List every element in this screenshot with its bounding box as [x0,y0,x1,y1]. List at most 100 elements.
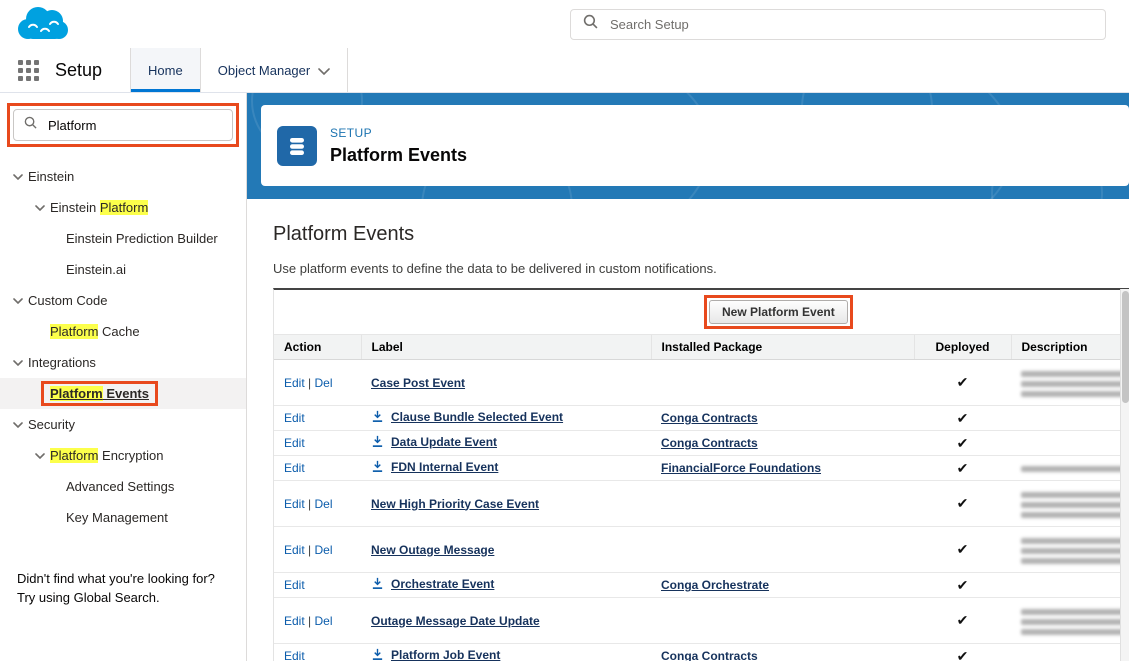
edit-action-link[interactable]: Edit [284,436,305,450]
database-stack-icon [286,135,308,157]
package-download-icon [371,648,384,661]
edit-action-link[interactable]: Edit [284,497,305,511]
app-name: Setup [55,48,102,92]
search-highlight: Platform [50,448,98,463]
redacted-text-line [1021,538,1129,544]
deployed-checkmark: ✔ [957,577,969,593]
sidebar-item-advanced-settings[interactable]: Advanced Settings [0,471,246,502]
deployed-checkmark: ✔ [957,410,969,426]
sidebar-footer: Didn't find what you're looking for? Try… [0,569,246,607]
chevron-down-icon[interactable] [8,422,28,428]
scrollbar-thumb[interactable] [1122,291,1129,403]
chevron-down-icon [318,63,330,78]
del-action-link[interactable]: Del [314,497,332,511]
sidebar-item-integrations[interactable]: Integrations [0,347,246,378]
deployed-checkmark: ✔ [957,541,969,557]
sidebar-item-platform-cache[interactable]: Platform Cache [0,316,246,347]
event-label-link[interactable]: Outage Message Date Update [371,614,540,628]
redacted-description [1021,603,1129,635]
sidebar-item-label: Einstein Prediction Builder [66,231,218,246]
edit-action-link[interactable]: Edit [284,614,305,628]
del-action-link[interactable]: Del [314,376,332,390]
sidebar-item-platform-events[interactable]: Platform Events [0,378,246,409]
event-label-link[interactable]: Case Post Event [371,376,465,390]
del-action-link[interactable]: Del [314,614,332,628]
sidebar-quick-find[interactable] [13,109,233,141]
sidebar-item-label: Einstein [28,169,74,184]
installed-package-link[interactable]: Conga Orchestrate [661,578,769,592]
redacted-text-line [1021,371,1129,377]
global-search-input[interactable] [608,16,1093,33]
chevron-down-icon[interactable] [30,453,50,459]
event-label-link[interactable]: FDN Internal Event [391,460,498,474]
action-separator: | [305,376,315,390]
redacted-description [1021,365,1129,397]
chevron-down-icon[interactable] [8,174,28,180]
del-action-link[interactable]: Del [314,543,332,557]
event-label-link[interactable]: Clause Bundle Selected Event [391,410,563,424]
redacted-text-line [1021,466,1129,472]
edit-action-link[interactable]: Edit [284,461,305,475]
edit-action-link[interactable]: Edit [284,376,305,390]
table-row: Edit Orchestrate Event Conga Orchestrate ✔ [274,573,1129,598]
event-label-link[interactable]: Orchestrate Event [391,577,494,591]
app-body: Einstein Einstein Platform Einstein Predic… [0,93,1129,661]
table-row: Edit | DelOutage Message Date Update✔ [274,598,1129,644]
platform-events-icon [277,126,317,166]
sidebar-item-key-management[interactable]: Key Management [0,502,246,533]
setup-banner: SETUP Platform Events [247,93,1129,199]
sidebar-search-annotation-box [7,103,239,147]
redacted-text-line [1021,629,1129,635]
sidebar-item-einstein[interactable]: Einstein [0,161,246,192]
tab-home[interactable]: Home [131,48,201,92]
app-launcher-icon[interactable] [18,48,39,92]
salesforce-logo[interactable] [14,4,70,44]
table-row: Edit FDN Internal Event FinancialForce Fou… [274,456,1129,481]
table-row: Edit | Del New High Priority Case Event ✔ [274,481,1129,527]
edit-action-link[interactable]: Edit [284,578,305,592]
vertical-scrollbar[interactable] [1120,289,1129,661]
event-label-link[interactable]: New High Priority Case Event [371,497,539,511]
event-label-link[interactable]: New Outage Message [371,543,494,557]
sidebar-item-platform-encryption[interactable]: Platform Encryption [0,440,246,471]
new-platform-event-button[interactable]: New Platform Event [709,300,848,324]
page-title: Platform Events [330,145,467,166]
platform-events-table: ActionLabelInstalled PackageDeployedDesc… [274,335,1129,661]
chevron-down-icon[interactable] [30,205,50,211]
edit-action-link[interactable]: Edit [284,411,305,425]
global-search-box[interactable] [570,9,1106,40]
sidebar-item-einstein-ai[interactable]: Einstein.ai [0,254,246,285]
deployed-checkmark: ✔ [957,460,969,476]
search-icon [583,14,598,34]
quick-find-input[interactable] [46,117,222,134]
installed-package-link[interactable]: Conga Contracts [661,436,758,450]
chevron-down-icon[interactable] [8,298,28,304]
setup-nav-tree: Einstein Einstein Platform Einstein Predic… [0,161,246,533]
search-highlight: Platform [100,200,148,215]
installed-package-link[interactable]: FinancialForce Foundations [661,461,821,475]
action-separator: | [305,543,315,557]
installed-package-link[interactable]: Conga Contracts [661,649,758,661]
redacted-text-line [1021,558,1129,564]
sidebar-item-custom-code[interactable]: Custom Code [0,285,246,316]
sidebar-item-einstein-prediction-builder[interactable]: Einstein Prediction Builder [0,223,246,254]
deployed-checkmark: ✔ [957,495,969,511]
sidebar-item-security[interactable]: Security [0,409,246,440]
action-separator: | [305,497,315,511]
event-label-link[interactable]: Platform Job Event [391,648,500,661]
sidebar-item-einstein-platform[interactable]: Einstein Platform [0,192,246,223]
redacted-text-line [1021,609,1129,615]
event-label-link[interactable]: Data Update Event [391,435,497,449]
tab-object-manager[interactable]: Object Manager [201,48,349,92]
chevron-down-icon[interactable] [8,360,28,366]
search-highlight: Platform [50,324,98,339]
list-button-row: New Platform Event [274,290,1129,335]
installed-package-link[interactable]: Conga Contracts [661,411,758,425]
column-header-action: Action [274,335,361,360]
table-header-row: ActionLabelInstalled PackageDeployedDesc… [274,335,1129,360]
content-area: Platform Events Use platform events to d… [247,199,1129,661]
edit-action-link[interactable]: Edit [284,543,305,557]
edit-action-link[interactable]: Edit [284,649,305,661]
content-description: Use platform events to define the data t… [273,261,1129,276]
tab-object-manager-label: Object Manager [218,63,311,78]
